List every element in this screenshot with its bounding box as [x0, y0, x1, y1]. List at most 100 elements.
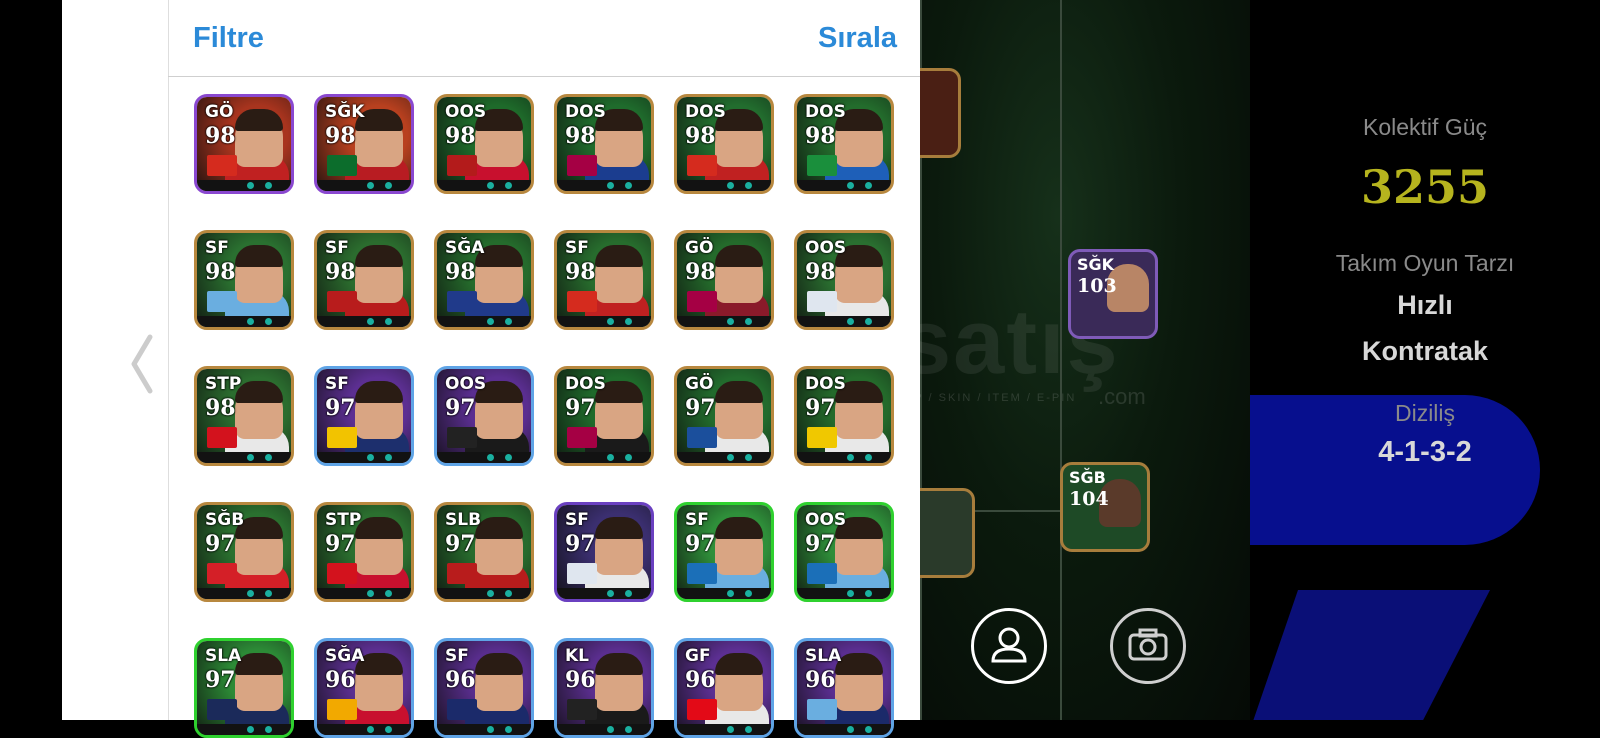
field-card-rating: 103: [1077, 275, 1117, 297]
player-card[interactable]: DOS 98: [674, 94, 774, 194]
player-view-button[interactable]: [971, 608, 1047, 684]
player-card[interactable]: OOS 98: [794, 230, 894, 330]
status-dot-icon: [367, 318, 374, 325]
card-status-bar: [197, 588, 291, 599]
player-hair: [235, 653, 283, 675]
player-card[interactable]: SF 97: [554, 502, 654, 602]
player-card[interactable]: SLA 96: [794, 638, 894, 738]
nation-club-badge-icon: [327, 291, 357, 312]
sort-button[interactable]: Sırala: [818, 22, 897, 55]
player-card[interactable]: STP 97: [314, 502, 414, 602]
nation-club-badge-icon: [447, 427, 477, 448]
player-card[interactable]: OOS 98: [434, 94, 534, 194]
status-dot-icon: [367, 590, 374, 597]
card-rating: 97: [445, 395, 476, 421]
header-divider: [168, 76, 920, 77]
field-player-card[interactable]: SĞK 103: [1068, 249, 1158, 339]
card-rating: 97: [685, 395, 716, 421]
card-status-bar: [317, 724, 411, 735]
card-status-bar: [677, 180, 771, 191]
player-card[interactable]: SĞB 97: [194, 502, 294, 602]
card-position: SF: [205, 238, 229, 258]
status-dot-icon: [487, 590, 494, 597]
card-rating: 98: [565, 259, 596, 285]
status-dot-icon: [607, 726, 614, 733]
player-card[interactable]: SLB 97: [434, 502, 534, 602]
card-status-bar: [437, 588, 531, 599]
status-dot-icon: [265, 318, 272, 325]
card-rating: 98: [445, 259, 476, 285]
player-card[interactable]: DOS 98: [554, 94, 654, 194]
player-card[interactable]: SF 97: [314, 366, 414, 466]
player-hair: [595, 517, 643, 539]
player-card[interactable]: SF 98: [314, 230, 414, 330]
back-arrow-icon[interactable]: [128, 333, 154, 395]
player-card[interactable]: SF 98: [194, 230, 294, 330]
card-status-bar: [437, 452, 531, 463]
player-card[interactable]: SF 98: [554, 230, 654, 330]
card-status-bar: [677, 588, 771, 599]
nation-club-badge-icon: [447, 291, 477, 312]
nation-club-badge-icon: [687, 699, 717, 720]
card-position: SF: [565, 238, 589, 258]
player-card[interactable]: DOS 97: [794, 366, 894, 466]
status-dot-icon: [847, 590, 854, 597]
player-card[interactable]: STP 98: [194, 366, 294, 466]
status-dot-icon: [265, 454, 272, 461]
player-card[interactable]: SĞA 98: [434, 230, 534, 330]
player-hair: [235, 109, 283, 131]
card-position: SLA: [205, 646, 242, 666]
field-player-card[interactable]: SĞB 104: [1060, 462, 1150, 552]
player-card[interactable]: OOS 97: [794, 502, 894, 602]
camera-button[interactable]: [1110, 608, 1186, 684]
card-position: SF: [325, 238, 349, 258]
player-card[interactable]: OOS 97: [434, 366, 534, 466]
card-rating: 97: [325, 395, 356, 421]
status-dot-icon: [247, 318, 254, 325]
status-dot-icon: [865, 182, 872, 189]
player-card[interactable]: GF 96: [674, 638, 774, 738]
card-status-bar: [797, 316, 891, 327]
card-rating: 98: [205, 259, 236, 285]
card-rating: 98: [445, 123, 476, 149]
card-status-bar: [677, 724, 771, 735]
nation-club-badge-icon: [567, 563, 597, 584]
status-dot-icon: [607, 318, 614, 325]
card-position: KL: [565, 646, 590, 666]
player-card[interactable]: SF 97: [674, 502, 774, 602]
nation-club-badge-icon: [807, 155, 837, 176]
player-card[interactable]: GÖ 98: [674, 230, 774, 330]
card-status-bar: [317, 316, 411, 327]
player-card[interactable]: DOS 98: [794, 94, 894, 194]
field-card-position: SĞB: [1069, 468, 1106, 487]
player-card[interactable]: SLA 97: [194, 638, 294, 738]
filter-button[interactable]: Filtre: [193, 22, 264, 55]
player-card[interactable]: SĞA 96: [314, 638, 414, 738]
player-card[interactable]: GÖ 97: [674, 366, 774, 466]
card-status-bar: [197, 316, 291, 327]
card-rating: 96: [445, 667, 476, 693]
player-card[interactable]: DOS 97: [554, 366, 654, 466]
status-dot-icon: [385, 590, 392, 597]
nation-club-badge-icon: [327, 563, 357, 584]
card-status-bar: [797, 724, 891, 735]
team-style-value-line1: Hızlı: [1397, 290, 1453, 320]
status-dot-icon: [367, 454, 374, 461]
player-card[interactable]: SĞK 98: [314, 94, 414, 194]
nation-club-badge-icon: [687, 427, 717, 448]
player-hair: [475, 517, 523, 539]
nation-club-badge-icon: [447, 563, 477, 584]
card-position: OOS: [445, 374, 487, 394]
player-card[interactable]: KL 96: [554, 638, 654, 738]
card-position: GÖ: [205, 102, 234, 122]
player-card[interactable]: GÖ 98: [194, 94, 294, 194]
card-status-bar: [557, 180, 651, 191]
player-card[interactable]: SF 96: [434, 638, 534, 738]
card-position: DOS: [685, 102, 726, 122]
nation-club-badge-icon: [807, 291, 837, 312]
nation-club-badge-icon: [207, 563, 237, 584]
card-status-bar: [557, 724, 651, 735]
card-position: SĞK: [325, 102, 365, 122]
card-status-bar: [797, 452, 891, 463]
card-rating: 97: [325, 531, 356, 557]
